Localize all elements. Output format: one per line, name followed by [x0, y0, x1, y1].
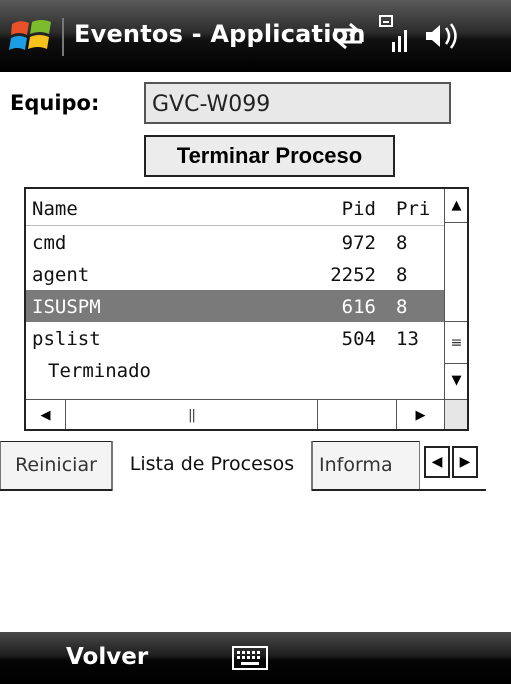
windows-start-icon[interactable] — [8, 14, 54, 58]
process-pid: 2252 — [330, 264, 376, 286]
list-item-selected[interactable]: ISUSPM 616 8 — [26, 290, 444, 322]
process-list[interactable]: Name Pid Pri cmd 972 8 agent 2252 8 ISUS… — [24, 187, 469, 431]
process-priority: 8 — [396, 264, 408, 286]
list-item[interactable]: cmd 972 8 — [26, 226, 444, 258]
keyboard-icon[interactable] — [232, 646, 268, 670]
volver-softkey[interactable]: Volver — [66, 644, 148, 670]
tab-underline-right — [312, 489, 486, 491]
tab-reiniciar[interactable]: Reiniciar — [0, 441, 112, 490]
softkey-bar: Volver — [0, 632, 511, 684]
process-pid: 616 — [341, 296, 376, 318]
scrollbar-corner — [444, 399, 467, 429]
window-title: Eventos - Application — [74, 20, 366, 48]
status-row: Terminado — [26, 354, 444, 386]
list-header: Name Pid Pri — [26, 189, 444, 226]
process-name: ISUSPM — [32, 296, 101, 318]
process-name: agent — [32, 264, 90, 286]
tab-scroll-right-icon[interactable]: ▶ — [452, 446, 478, 478]
tab-lista-de-procesos[interactable]: Lista de Procesos — [112, 441, 312, 491]
tab-scroll-left-icon[interactable]: ◀ — [424, 446, 450, 478]
process-priority: 8 — [396, 296, 408, 318]
process-pid: 504 — [341, 328, 376, 350]
sync-arrows-icon — [334, 22, 362, 50]
process-list-rows: Name Pid Pri cmd 972 8 agent 2252 8 ISUS… — [26, 189, 444, 399]
column-header-pri[interactable]: Pri — [396, 198, 430, 220]
column-header-pid[interactable]: Pid — [316, 198, 376, 220]
equipo-label: Equipo: — [10, 91, 100, 115]
list-item[interactable]: pslist 504 13 — [26, 322, 444, 354]
speaker-volume-icon[interactable] — [424, 20, 460, 52]
vertical-scrollbar[interactable]: ▲ ≡ ▼ — [444, 189, 467, 399]
process-priority: 13 — [396, 328, 419, 350]
process-priority: 8 — [396, 232, 408, 254]
terminar-proceso-button[interactable]: Terminar Proceso — [144, 135, 395, 177]
scroll-up-icon[interactable]: ▲ — [445, 189, 467, 223]
scroll-thumb-horizontal[interactable]: || — [66, 400, 318, 429]
status-text: Terminado — [48, 360, 151, 382]
list-item[interactable]: agent 2252 8 — [26, 258, 444, 290]
equipo-field[interactable]: GVC-W099 — [144, 82, 451, 124]
process-name: cmd — [32, 232, 67, 254]
process-name: pslist — [32, 328, 101, 350]
column-header-name[interactable]: Name — [32, 198, 78, 220]
signal-strength-icon[interactable] — [378, 14, 412, 54]
process-pid: 972 — [341, 232, 376, 254]
scroll-left-icon[interactable]: ◀ — [26, 400, 66, 429]
horizontal-scrollbar[interactable]: ◀ || ▶ — [26, 399, 444, 429]
title-separator — [62, 18, 64, 56]
scroll-thumb-vertical[interactable]: ≡ — [445, 321, 467, 363]
tab-informacion[interactable]: Informa — [312, 441, 420, 490]
tab-underline-left — [0, 489, 112, 491]
title-bar: Eventos - Application — [0, 0, 511, 72]
scroll-right-icon[interactable]: ▶ — [396, 400, 444, 429]
scroll-down-icon[interactable]: ▼ — [445, 363, 467, 397]
